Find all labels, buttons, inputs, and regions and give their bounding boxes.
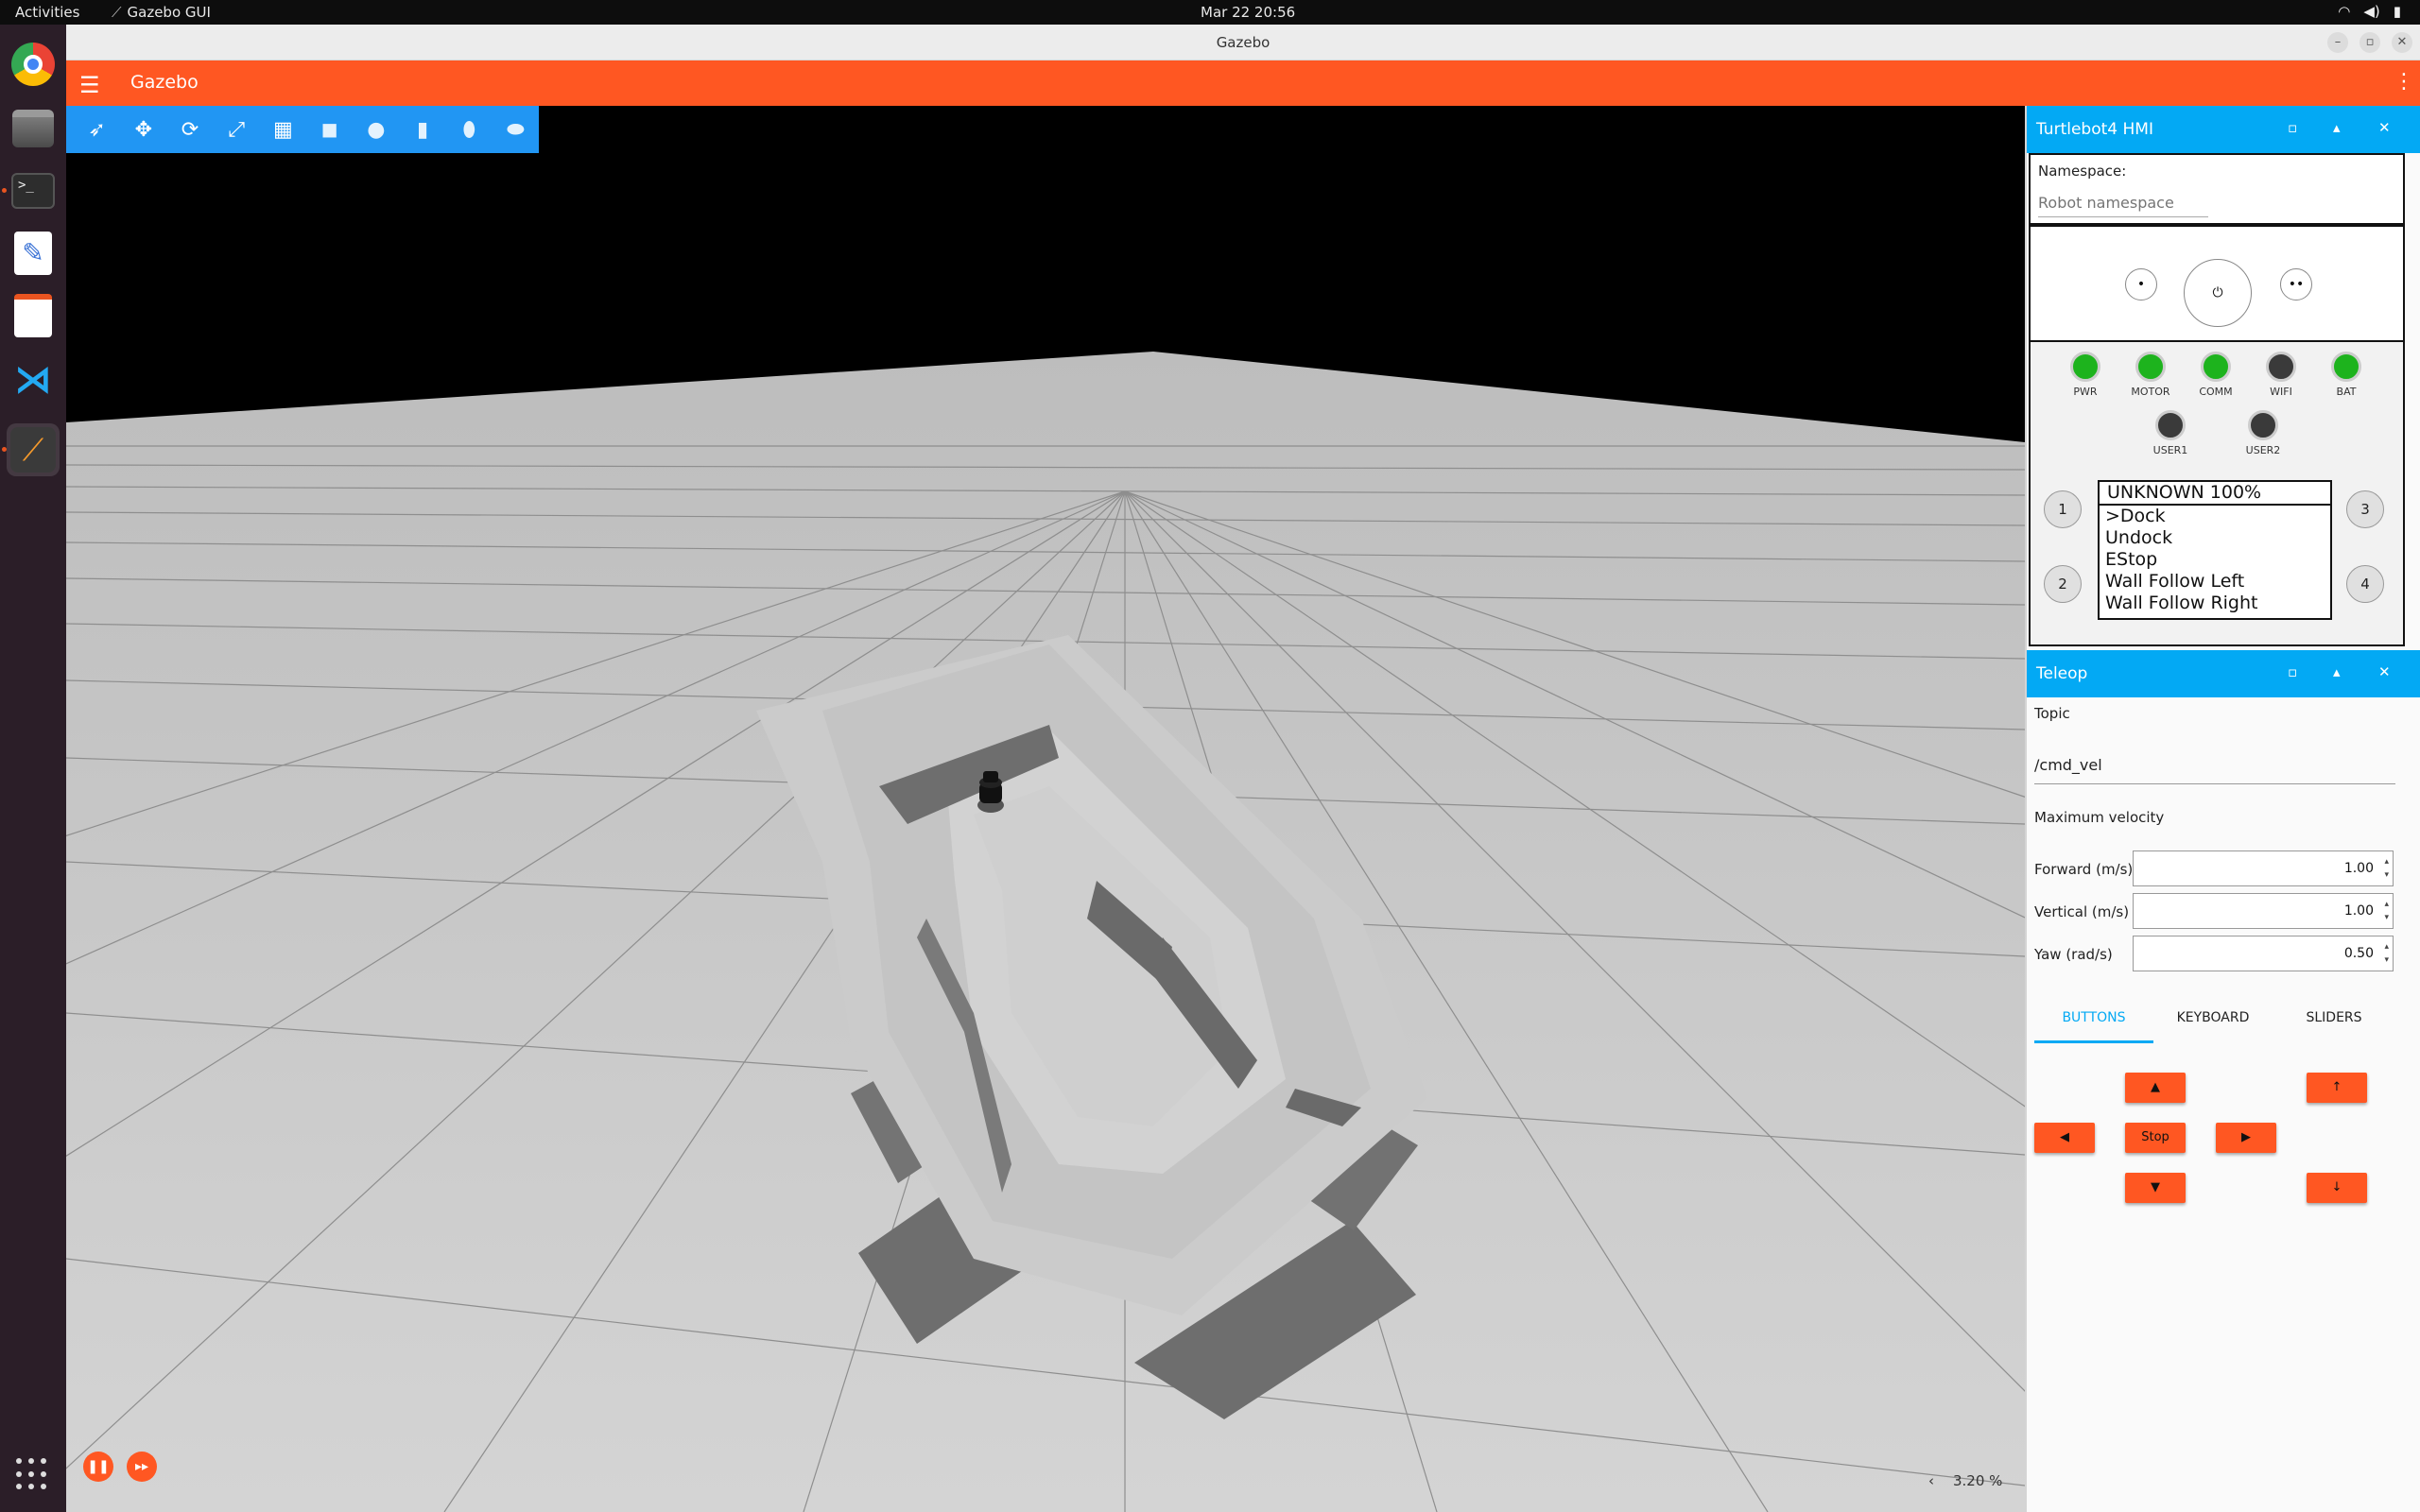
scene-toolbar: ➶ ✥ ⟳ ⤢ ▦ ◼ ● ▮ ⬮ ⬬ bbox=[66, 106, 539, 153]
yaw-velocity-spinbox[interactable]: 0.50 ▴ ▾ bbox=[2133, 936, 2394, 971]
cylinder-shape-icon[interactable]: ▮ bbox=[399, 111, 445, 148]
ellipsoid-shape-icon[interactable]: ⬬ bbox=[493, 111, 539, 148]
gazebo-icon: ⟋ bbox=[10, 427, 56, 472]
teleop-panel: Topic /cmd_vel Maximum velocity Forward … bbox=[2025, 0, 2420, 1512]
tab-keyboard[interactable]: KEYBOARD bbox=[2153, 1002, 2273, 1043]
gazebo-launcher[interactable]: ⟋ bbox=[7, 423, 60, 476]
spin-arrows-icon[interactable]: ▴ ▾ bbox=[2384, 898, 2389, 924]
forward-label: Forward (m/s) bbox=[2034, 861, 2134, 878]
vertical-velocity-spinbox[interactable]: 1.00 ▴ ▾ bbox=[2133, 893, 2394, 929]
select-mode-icon[interactable]: ➶ bbox=[74, 111, 120, 148]
vscode-launcher[interactable]: ⋊ bbox=[7, 353, 60, 406]
app-name: Gazebo GUI bbox=[127, 4, 211, 21]
show-apps-icon[interactable] bbox=[16, 1458, 48, 1490]
max-velocity-label: Maximum velocity bbox=[2034, 809, 2165, 826]
sphere-shape-icon[interactable]: ● bbox=[353, 111, 399, 148]
up-button[interactable]: ↑ bbox=[2307, 1073, 2367, 1103]
vertical-value: 1.00 bbox=[2343, 903, 2374, 919]
chevron-left-icon[interactable]: ‹ bbox=[1928, 1472, 1934, 1489]
app-menu[interactable]: ⟋ Gazebo GUI bbox=[112, 4, 211, 21]
topic-input[interactable]: /cmd_vel bbox=[2034, 756, 2395, 784]
terminal-icon: >_ bbox=[11, 173, 55, 209]
turn-right-button[interactable]: ▶ bbox=[2216, 1123, 2276, 1153]
step-button[interactable]: ▸▸ bbox=[127, 1452, 157, 1482]
turn-left-button[interactable]: ◀ bbox=[2034, 1123, 2095, 1153]
teleop-mode-tabs: BUTTONS KEYBOARD SLIDERS bbox=[2034, 1002, 2395, 1043]
translate-mode-icon[interactable]: ✥ bbox=[120, 111, 166, 148]
rtf-value: 3.20 % bbox=[1953, 1472, 2003, 1489]
vscode-icon: ⋊ bbox=[14, 358, 52, 402]
grid-icon[interactable]: ▦ bbox=[260, 111, 306, 148]
text-editor-icon: ✎ bbox=[14, 232, 52, 275]
activities-button[interactable]: Activities bbox=[15, 4, 79, 21]
chrome-launcher[interactable] bbox=[7, 38, 60, 91]
spin-arrows-icon[interactable]: ▴ ▾ bbox=[2384, 855, 2389, 882]
fast-forward-icon: ▸▸ bbox=[134, 1459, 149, 1474]
files-icon bbox=[12, 110, 54, 147]
spin-arrows-icon[interactable]: ▴ ▾ bbox=[2384, 940, 2389, 967]
forward-velocity-spinbox[interactable]: 1.00 ▴ ▾ bbox=[2133, 850, 2394, 886]
yaw-value: 0.50 bbox=[2343, 946, 2374, 961]
tab-sliders[interactable]: SLIDERS bbox=[2273, 1002, 2395, 1043]
header-title: Gazebo bbox=[130, 72, 199, 93]
topic-label: Topic bbox=[2034, 705, 2070, 722]
forward-value: 1.00 bbox=[2343, 861, 2374, 876]
chrome-icon bbox=[11, 43, 55, 86]
yaw-label: Yaw (rad/s) bbox=[2034, 946, 2113, 963]
down-button[interactable]: ↓ bbox=[2307, 1173, 2367, 1203]
terminal-launcher[interactable]: >_ bbox=[7, 164, 60, 217]
document-viewer-launcher[interactable] bbox=[7, 289, 60, 342]
vertical-label: Vertical (m/s) bbox=[2034, 903, 2130, 920]
scene-render bbox=[66, 106, 2025, 1512]
box-shape-icon[interactable]: ◼ bbox=[306, 111, 353, 148]
gazebo-app-icon: ⟋ bbox=[112, 4, 122, 21]
tab-buttons[interactable]: BUTTONS bbox=[2034, 1002, 2153, 1043]
pause-icon: ❚❚ bbox=[87, 1459, 110, 1474]
clock[interactable]: Mar 22 20:56 bbox=[1201, 4, 1295, 21]
document-viewer-icon bbox=[14, 294, 52, 337]
pause-button[interactable]: ❚❚ bbox=[83, 1452, 113, 1482]
files-launcher[interactable] bbox=[7, 102, 60, 155]
3d-scene-viewport[interactable] bbox=[66, 106, 2025, 1512]
transform-control-icon[interactable]: ⤢ bbox=[214, 111, 260, 148]
backward-button[interactable]: ▼ bbox=[2125, 1173, 2186, 1203]
forward-button[interactable]: ▲ bbox=[2125, 1073, 2186, 1103]
rotate-mode-icon[interactable]: ⟳ bbox=[166, 111, 213, 148]
text-editor-launcher[interactable]: ✎ bbox=[7, 227, 60, 280]
hamburger-menu-icon[interactable]: ☰ bbox=[79, 72, 100, 98]
real-time-factor: ‹ 3.20 % bbox=[1928, 1472, 2002, 1489]
dock: >_ ✎ ⋊ ⟋ bbox=[0, 25, 66, 1512]
stop-button[interactable]: Stop bbox=[2125, 1123, 2186, 1153]
capsule-shape-icon[interactable]: ⬮ bbox=[446, 111, 493, 148]
